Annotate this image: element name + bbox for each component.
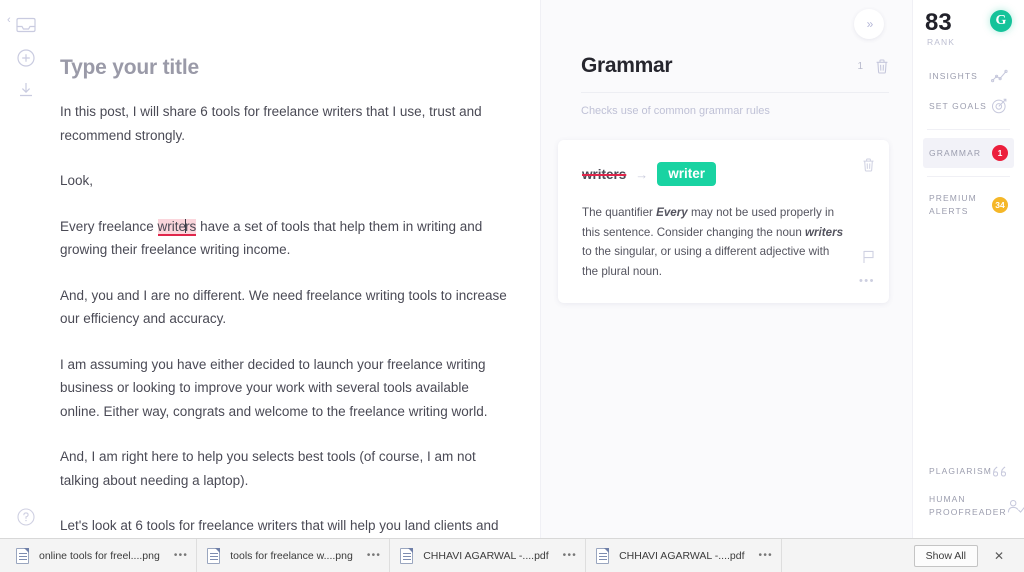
error-word-part2: rs	[185, 219, 196, 234]
rank-value: 83	[925, 10, 955, 36]
suggestion-row: writers → writer	[582, 162, 847, 186]
close-icon[interactable]: ✕	[994, 549, 1004, 563]
download-file-name: tools for freelance w....png	[230, 550, 353, 562]
person-check-icon	[1007, 499, 1024, 514]
download-icon[interactable]	[0, 73, 52, 107]
sidebar-item-label: HUMAN PROOFREADER	[929, 493, 1007, 519]
download-item[interactable]: CHHAVI AGARWAL -....pdf •••	[390, 539, 586, 572]
explanation-part: to the singular, or using a different ad…	[582, 245, 829, 278]
download-item[interactable]: online tools for freel....png •••	[6, 539, 197, 572]
download-menu-icon[interactable]: •••	[367, 550, 381, 561]
text-before-error: Every freelance	[60, 219, 158, 234]
delete-all-icon[interactable]	[875, 59, 889, 74]
sidebar-item-premium-alerts[interactable]: PREMIUM ALERTS 34	[923, 185, 1014, 225]
panel-title: Grammar	[581, 54, 857, 78]
download-file-name: CHHAVI AGARWAL -....pdf	[619, 550, 744, 562]
left-icon-rail: ‹	[0, 0, 52, 538]
sidebar-item-human-proofreader[interactable]: HUMAN PROOFREADER	[923, 486, 1014, 526]
rank-section: 83 RANK G	[923, 0, 1014, 47]
downloads-bar: online tools for freel....png ••• tools …	[0, 538, 1024, 572]
dismiss-suggestion-icon[interactable]	[862, 158, 875, 172]
paragraph-with-error[interactable]: Every freelance writers have a set of to…	[60, 215, 512, 262]
suggestion-explanation: The quantifier Every may not be used pro…	[582, 203, 847, 281]
paragraph[interactable]: And, you and I are no different. We need…	[60, 284, 512, 331]
downloads-bar-actions: Show All ✕	[914, 545, 1018, 567]
sidebar-item-label: SET GOALS	[929, 100, 987, 113]
grammar-error-highlight[interactable]: writers	[158, 219, 197, 236]
sidebar-bottom-section: PLAGIARISM HUMAN PROOFREADER	[923, 456, 1014, 526]
insights-chart-icon	[991, 69, 1008, 83]
explanation-emphasis: Every	[656, 206, 688, 219]
sidebar-item-grammar[interactable]: GRAMMAR 1	[923, 138, 1014, 168]
divider	[927, 176, 1010, 177]
quote-icon	[992, 465, 1009, 478]
target-icon	[991, 98, 1008, 114]
divider	[927, 129, 1010, 130]
paragraph[interactable]: Let's look at 6 tools for freelance writ…	[60, 514, 512, 538]
label-line-2: PROOFREADER	[929, 507, 1007, 517]
file-icon	[400, 548, 413, 564]
panel-header: Grammar 1	[581, 54, 889, 93]
file-icon	[207, 548, 220, 564]
more-options-icon[interactable]: •••	[859, 275, 875, 287]
panel-subtitle: Checks use of common grammar rules	[581, 105, 770, 117]
sidebar-item-insights[interactable]: INSIGHTS	[923, 61, 1014, 91]
assistant-sidebar: 83 RANK G INSIGHTS SET GOALS	[912, 0, 1024, 538]
status-badge: 34	[992, 197, 1008, 213]
paragraph[interactable]: In this post, I will share 6 tools for f…	[60, 100, 512, 147]
download-file-name: CHHAVI AGARWAL -....pdf	[423, 550, 548, 562]
explanation-emphasis: writers	[805, 226, 843, 239]
show-all-button[interactable]: Show All	[914, 545, 978, 567]
sidebar-item-label: PREMIUM ALERTS	[929, 192, 977, 218]
rank-label: RANK	[927, 37, 955, 47]
inbox-icon[interactable]	[0, 8, 52, 42]
arrow-right-icon: →	[635, 167, 648, 182]
apply-suggestion-button[interactable]: writer	[657, 162, 716, 186]
sidebar-item-label: PLAGIARISM	[929, 465, 992, 478]
file-icon	[596, 548, 609, 564]
file-icon	[16, 548, 29, 564]
sidebar-item-set-goals[interactable]: SET GOALS	[923, 91, 1014, 121]
download-menu-icon[interactable]: •••	[563, 550, 577, 561]
original-word: writers	[582, 167, 626, 182]
grammarly-editor-window: ‹ Type your title	[0, 0, 1024, 572]
status-badge: 1	[992, 145, 1008, 161]
sidebar-item-label: GRAMMAR	[929, 147, 981, 160]
suggestion-panel: » Grammar 1 Checks use of common grammar…	[540, 0, 912, 538]
new-document-icon[interactable]	[0, 41, 52, 75]
document-title[interactable]: Type your title	[60, 56, 512, 80]
document-editor[interactable]: Type your title In this post, I will sha…	[52, 0, 540, 538]
double-chevron-right-icon: »	[867, 17, 872, 31]
download-item[interactable]: tools for freelance w....png •••	[197, 539, 390, 572]
report-flag-icon[interactable]	[862, 250, 875, 264]
grammarly-logo-icon[interactable]: G	[990, 10, 1012, 32]
suggestion-card[interactable]: writers → writer The quantifier Every ma…	[558, 140, 889, 303]
paragraph[interactable]: And, I am right here to help you selects…	[60, 445, 512, 492]
sidebar-item-plagiarism[interactable]: PLAGIARISM	[923, 456, 1014, 486]
paragraph[interactable]: Look,	[60, 169, 512, 193]
collapse-panel-button[interactable]: »	[854, 9, 884, 39]
download-item[interactable]: CHHAVI AGARWAL -....pdf •••	[586, 539, 782, 572]
paragraph[interactable]: I am assuming you have either decided to…	[60, 353, 512, 424]
error-word-part1: write	[158, 219, 187, 234]
explanation-part: The quantifier	[582, 206, 656, 219]
download-menu-icon[interactable]: •••	[174, 550, 188, 561]
sidebar-item-label: INSIGHTS	[929, 70, 978, 83]
label-line-1: HUMAN	[929, 494, 966, 504]
help-icon[interactable]	[0, 500, 52, 534]
label-line-1: PREMIUM	[929, 193, 977, 203]
alert-count: 1	[857, 61, 863, 72]
download-file-name: online tools for freel....png	[39, 550, 160, 562]
label-line-2: ALERTS	[929, 206, 969, 216]
download-menu-icon[interactable]: •••	[759, 550, 773, 561]
